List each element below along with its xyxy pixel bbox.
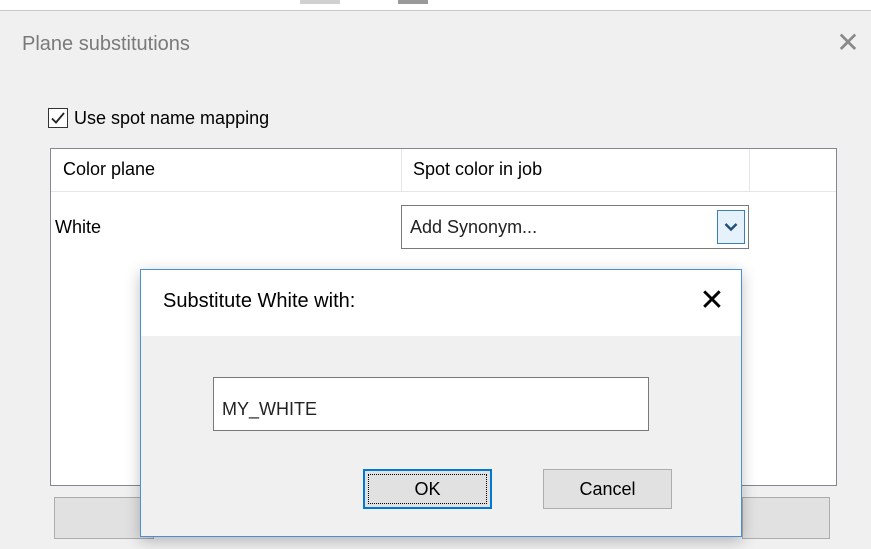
checkbox-box[interactable]	[48, 108, 68, 128]
row-color-plane-cell[interactable]: White	[55, 217, 101, 238]
window-title: Plane substitutions	[22, 33, 190, 55]
grid-header: Color plane Spot color in job	[51, 149, 836, 192]
use-spot-name-mapping-checkbox[interactable]: Use spot name mapping	[48, 105, 269, 131]
checkmark-icon	[51, 112, 65, 124]
column-separator[interactable]	[401, 149, 402, 191]
substitute-dialog: Substitute White with: ✕ OK Cancel	[140, 269, 742, 537]
focus-rectangle	[368, 474, 487, 504]
substitute-name-input[interactable]	[213, 377, 649, 431]
column-separator[interactable]	[749, 149, 750, 191]
background-mark	[300, 0, 340, 4]
column-header-color-plane[interactable]: Color plane	[63, 159, 155, 180]
bottom-right-button[interactable]	[742, 497, 830, 539]
chevron-down-icon	[724, 223, 738, 232]
cancel-button[interactable]: Cancel	[543, 469, 672, 509]
dropdown-value: Add Synonym...	[410, 217, 538, 237]
background-strip	[0, 0, 871, 10]
ok-button[interactable]: OK	[363, 469, 492, 509]
close-icon[interactable]: ✕	[695, 284, 729, 318]
close-icon[interactable]: ✕	[832, 27, 864, 59]
dialog-body: OK Cancel	[141, 336, 741, 536]
column-header-spot-color[interactable]: Spot color in job	[413, 159, 542, 180]
dialog-title: Substitute White with:	[163, 290, 356, 312]
cancel-button-label: Cancel	[579, 478, 636, 499]
bottom-left-button[interactable]	[54, 497, 154, 539]
window-titlebar: Plane substitutions ✕	[0, 11, 871, 73]
background-mark	[398, 0, 428, 4]
dropdown-button[interactable]	[717, 210, 745, 244]
checkbox-label: Use spot name mapping	[74, 107, 270, 128]
spot-color-dropdown[interactable]: Add Synonym...	[401, 205, 749, 249]
